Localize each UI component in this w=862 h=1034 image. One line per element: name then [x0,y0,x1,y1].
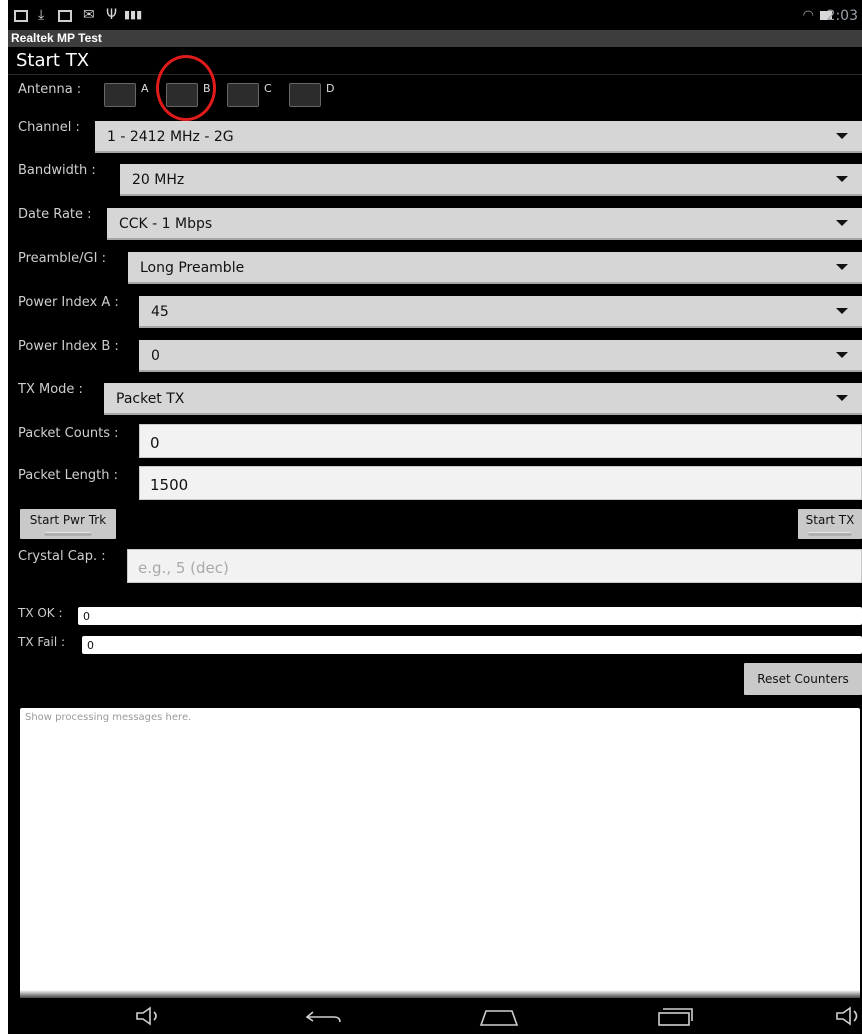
volume-down-icon[interactable] [134,1006,164,1026]
chevron-down-icon [836,395,848,401]
chevron-down-icon [836,264,848,270]
packet-counts-label: Packet Counts : [18,426,119,441]
tx-fail-field: 0 [82,636,862,654]
chevron-down-icon [836,176,848,182]
reset-counters-label: Reset Counters [757,672,849,686]
home-icon[interactable] [478,1006,520,1028]
antenna-a-letter: A [141,82,149,95]
packet-counts-value: 0 [150,434,160,452]
power-index-b-label: Power Index B : [18,339,119,354]
volume-up-icon[interactable] [834,1006,862,1026]
antenna-label: Antenna : [18,82,82,97]
usb-icon: Ψ [106,7,118,23]
tx-mode-value: Packet TX [116,391,185,407]
start-tx-label: Start TX [805,513,855,527]
data-rate-dropdown[interactable]: CCK - 1 Mbps [107,208,862,240]
crystal-cap-placeholder: e.g., 5 (dec) [138,559,229,577]
packet-length-input[interactable]: 1500 [139,466,862,500]
power-index-b-dropdown[interactable]: 0 [139,340,862,372]
tx-mode-dropdown[interactable]: Packet TX [104,383,862,415]
device-screen: ⤓ ✉ Ψ ▮▮▮ ◠ 2:03 Realtek MP Test Start T… [8,0,862,1034]
app-title-bar: Realtek MP Test [8,30,862,47]
mail-icon: ✉ [83,7,95,23]
tx-fail-label: TX Fail : [18,635,66,649]
antenna-a-checkbox[interactable] [104,83,136,107]
screenshot-notification-icon [14,10,28,22]
power-index-b-value: 0 [151,348,160,364]
highlight-circle [156,55,216,121]
power-index-a-label: Power Index A : [18,295,119,310]
chevron-down-icon [836,133,848,139]
status-bar: ⤓ ✉ Ψ ▮▮▮ ◠ 2:03 [8,0,862,30]
bandwidth-label: Bandwidth : [18,163,96,178]
crystal-cap-label: Crystal Cap. : [18,549,106,564]
power-index-a-value: 45 [151,304,169,320]
preamble-value: Long Preamble [140,260,245,276]
chevron-down-icon [836,220,848,226]
storage-icon: ▮▮▮ [124,8,143,21]
preamble-dropdown[interactable]: Long Preamble [128,252,862,284]
antenna-d-checkbox[interactable] [289,83,321,107]
screenshot-notification-icon [58,10,72,22]
channel-dropdown[interactable]: 1 - 2412 MHz - 2G [95,121,862,153]
tx-ok-field: 0 [78,607,862,625]
bandwidth-dropdown[interactable]: 20 MHz [120,164,862,196]
tx-ok-value: 0 [83,610,90,623]
tx-ok-label: TX OK : [18,606,63,620]
start-pwr-trk-button[interactable]: Start Pwr Trk [20,509,116,539]
back-icon[interactable] [304,1006,344,1026]
navigation-bar [8,998,862,1034]
section-title: Start TX [16,50,90,71]
log-bottom-shadow [20,990,860,998]
bandwidth-value: 20 MHz [132,172,185,188]
section-divider [8,74,862,75]
crystal-cap-input[interactable]: e.g., 5 (dec) [127,549,862,583]
chevron-down-icon [836,352,848,358]
tx-mode-label: TX Mode : [18,382,83,397]
toggle-indicator [808,532,852,536]
reset-counters-button[interactable]: Reset Counters [744,663,862,695]
packet-length-value: 1500 [150,476,189,494]
wifi-icon: ◠ [802,8,814,23]
start-tx-button[interactable]: Start TX [798,509,862,539]
antenna-d-letter: D [326,82,335,95]
preamble-label: Preamble/GI : [18,251,106,266]
antenna-c-letter: C [264,82,272,95]
antenna-c-checkbox[interactable] [227,83,259,107]
chevron-down-icon [836,308,848,314]
clock: 2:03 [826,8,858,24]
power-index-a-dropdown[interactable]: 45 [139,296,862,328]
download-icon: ⤓ [38,7,45,23]
message-log-placeholder: Show processing messages here. [25,712,192,723]
channel-label: Channel : [18,120,80,135]
toggle-indicator [44,532,92,536]
start-pwr-trk-label: Start Pwr Trk [29,513,107,527]
tx-fail-value: 0 [87,639,94,652]
message-log[interactable]: Show processing messages here. [20,708,860,998]
recent-apps-icon[interactable] [654,1006,696,1028]
app-title: Realtek MP Test [11,31,102,45]
data-rate-label: Date Rate : [18,207,92,222]
packet-counts-input[interactable]: 0 [139,424,862,458]
channel-value: 1 - 2412 MHz - 2G [107,129,234,145]
data-rate-value: CCK - 1 Mbps [119,216,213,232]
packet-length-label: Packet Length : [18,468,119,483]
